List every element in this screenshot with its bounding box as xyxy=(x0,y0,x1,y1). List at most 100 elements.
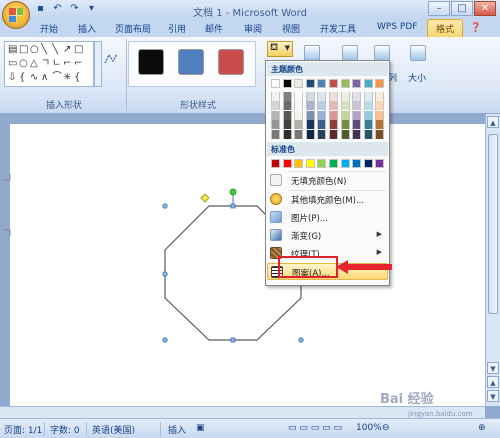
arrow-shape-icon[interactable]: ↗ xyxy=(63,45,71,55)
tab-mailings[interactable]: 邮件 xyxy=(205,22,223,35)
shadow-effects-icon[interactable] xyxy=(304,45,320,61)
theme-tint-swatch[interactable] xyxy=(317,120,327,130)
theme-tint-swatch[interactable] xyxy=(271,120,280,130)
shapes-gallery-scroll[interactable] xyxy=(94,41,102,87)
theme-tint-swatch[interactable] xyxy=(329,129,338,139)
tab-wps-pdf[interactable]: WPS PDF xyxy=(377,22,417,32)
theme-tint-swatch[interactable] xyxy=(340,101,350,111)
close-icon[interactable]: ✕ xyxy=(474,1,496,16)
theme-tint-swatch[interactable] xyxy=(282,120,292,130)
size-label[interactable]: 大小 xyxy=(408,71,426,84)
next-page-icon[interactable]: ▼ xyxy=(487,390,499,402)
theme-tint-swatch[interactable] xyxy=(375,101,385,111)
theme-tint-swatch[interactable] xyxy=(363,129,373,139)
zoom-in-icon[interactable]: ⊕ xyxy=(478,423,486,433)
theme-tint-swatch[interactable] xyxy=(340,110,350,120)
theme-color-swatch[interactable] xyxy=(271,79,280,88)
triangle-shape-icon[interactable]: △ xyxy=(30,59,38,69)
office-button[interactable] xyxy=(2,1,30,29)
theme-tint-swatch[interactable] xyxy=(329,101,338,111)
theme-tint-swatch[interactable] xyxy=(294,110,304,120)
block-arrow-shape-icon[interactable]: ⇩ xyxy=(8,73,16,83)
theme-tint-swatch[interactable] xyxy=(317,101,327,111)
theme-tint-swatch[interactable] xyxy=(305,92,315,101)
theme-tint-swatch[interactable] xyxy=(352,120,362,130)
theme-tint-swatch[interactable] xyxy=(317,129,327,139)
prev-page-icon[interactable]: ▲ xyxy=(487,376,499,388)
elbow-shape-icon[interactable]: ㄴ xyxy=(52,59,61,69)
status-words[interactable]: 字数: 0 xyxy=(50,423,80,436)
scribble-shape-icon[interactable]: ⌒ xyxy=(52,73,62,83)
menu-item-more-colors[interactable]: 其他填充颜色(M)... xyxy=(267,191,388,208)
theme-tint-swatch[interactable] xyxy=(375,120,385,130)
tab-format[interactable]: 格式 xyxy=(427,19,464,37)
theme-tint-swatch[interactable] xyxy=(271,92,280,101)
theme-tint-swatch[interactable] xyxy=(340,92,350,101)
tab-page-layout[interactable]: 页面布局 xyxy=(115,22,151,35)
theme-tint-swatch[interactable] xyxy=(363,120,373,130)
tab-review[interactable]: 审阅 xyxy=(244,22,262,35)
theme-color-swatch[interactable] xyxy=(329,79,338,88)
theme-tint-swatch[interactable] xyxy=(375,129,385,139)
zoom-out-icon[interactable]: ⊖ xyxy=(382,423,390,433)
tab-view[interactable]: 视图 xyxy=(282,22,300,35)
scroll-up-icon[interactable]: ▲ xyxy=(487,116,499,128)
theme-tint-swatch[interactable] xyxy=(294,92,304,101)
theme-tint-swatch[interactable] xyxy=(329,110,338,120)
theme-tint-swatch[interactable] xyxy=(271,110,280,120)
arrange-icon[interactable] xyxy=(374,45,390,61)
rectangle-shape-icon[interactable]: □ xyxy=(19,45,28,55)
menu-item-no-fill[interactable]: 无填充颜色(N) xyxy=(267,172,388,189)
line-shape-icon[interactable]: ╲ xyxy=(41,45,47,55)
tab-references[interactable]: 引用 xyxy=(168,22,186,35)
theme-color-swatch[interactable] xyxy=(363,79,373,88)
shapes-gallery[interactable]: ▤ □ ○ ╲ ╲ ↗ □ ▭ ○ △ ㄱ ㄴ ⌐ ⌐ ⇩ { ∿ ∧ ⌒ ✳ … xyxy=(4,41,94,87)
theme-color-swatch[interactable] xyxy=(317,79,327,88)
standard-color-swatch[interactable] xyxy=(282,159,292,168)
theme-tint-swatch[interactable] xyxy=(340,129,350,139)
theme-tint-swatch[interactable] xyxy=(352,92,362,101)
shape-style-blue[interactable] xyxy=(178,49,204,75)
macro-record-icon[interactable]: ▣ xyxy=(196,423,205,433)
resize-handle[interactable] xyxy=(298,337,304,343)
status-mode[interactable]: 插入 xyxy=(168,423,186,436)
tab-developer[interactable]: 开发工具 xyxy=(320,22,356,35)
tab-home[interactable]: 开始 xyxy=(40,22,58,35)
tab-insert[interactable]: 插入 xyxy=(78,22,96,35)
size-icon[interactable] xyxy=(410,45,426,61)
maximize-icon[interactable]: □ xyxy=(451,1,473,16)
rounded-rect-shape-icon[interactable]: ▭ xyxy=(8,59,17,69)
theme-color-swatch[interactable] xyxy=(340,79,350,88)
theme-tint-swatch[interactable] xyxy=(329,120,338,130)
theme-color-swatch[interactable] xyxy=(375,79,385,88)
edit-shape-icon[interactable] xyxy=(103,51,119,67)
theme-tint-swatch[interactable] xyxy=(375,110,385,120)
brace2-shape-icon[interactable]: { xyxy=(74,73,80,83)
theme-tint-swatch[interactable] xyxy=(271,101,280,111)
circle-shape-icon[interactable]: ○ xyxy=(19,59,28,69)
oval-shape-icon[interactable]: ○ xyxy=(30,45,39,55)
shape-style-black[interactable] xyxy=(138,49,164,75)
theme-tint-swatch[interactable] xyxy=(282,92,292,101)
status-language[interactable]: 英语(美国) xyxy=(92,423,135,436)
menu-item-picture[interactable]: 图片(P)... xyxy=(267,209,388,226)
resize-handle[interactable] xyxy=(230,203,236,209)
bracket-shape-icon[interactable]: ⌐ xyxy=(74,59,82,69)
theme-tint-swatch[interactable] xyxy=(294,120,304,130)
scroll-down-icon[interactable]: ▼ xyxy=(487,362,499,374)
star-shape-icon[interactable]: ✳ xyxy=(63,73,71,83)
square-shape-icon[interactable]: □ xyxy=(74,45,83,55)
zoom-level[interactable]: 100% xyxy=(356,423,382,433)
theme-color-swatch[interactable] xyxy=(352,79,362,88)
standard-color-swatch[interactable] xyxy=(294,159,304,168)
shape-style-red[interactable] xyxy=(218,49,244,75)
shape-fill-button[interactable]: ⛾ ▼ xyxy=(267,41,293,57)
line2-shape-icon[interactable]: ╲ xyxy=(52,45,58,55)
standard-color-swatch[interactable] xyxy=(363,159,373,168)
theme-tint-swatch[interactable] xyxy=(329,92,338,101)
textbox-shape-icon[interactable]: ▤ xyxy=(8,45,17,55)
connector-shape-icon[interactable]: ㄱ xyxy=(41,59,50,69)
menu-item-gradient[interactable]: 渐变(G) ▶ xyxy=(267,227,388,244)
theme-color-swatch[interactable] xyxy=(282,79,292,88)
theme-tint-swatch[interactable] xyxy=(305,120,315,130)
